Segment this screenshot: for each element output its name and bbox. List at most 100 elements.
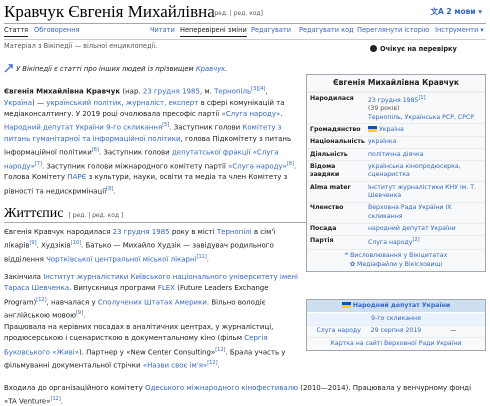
reference[interactable]: [11] — [197, 254, 207, 260]
tab-history[interactable]: Переглянути історію — [357, 26, 429, 35]
infobox-row: Національність українка — [307, 135, 485, 148]
pending-check-indicator[interactable]: Очікує на перевірку — [370, 45, 457, 54]
section-edit-links[interactable]: [ ред. | ред. код ] — [68, 212, 123, 219]
tab-pending[interactable]: Неперевірені зміни — [180, 26, 247, 37]
bio-text: ). Партнер у «New Center Consulting» — [78, 347, 216, 356]
office-title[interactable]: Народний депутат України — [307, 300, 485, 313]
intro-text: . Заступник голови — [98, 148, 170, 157]
title-divider — [4, 23, 486, 24]
intro-text: . — [113, 187, 116, 196]
birth-date-link[interactable]: 23 грудня 1985 — [368, 97, 418, 104]
reference[interactable]: [12] — [207, 360, 217, 366]
deputy-link[interactable]: Народний депутат України 9-го скликання — [4, 124, 162, 132]
hospital-link[interactable]: Чортківської центральної міської лікарні — [46, 255, 196, 263]
hatnote-link[interactable]: Кравчук — [196, 65, 225, 73]
party-link[interactable]: «Слуга народу» — [228, 162, 287, 170]
tab-talk[interactable]: Обговорення — [34, 26, 80, 35]
intro-text: (нар. — [122, 87, 141, 96]
office-party-link[interactable]: Слуга народу — [310, 327, 367, 335]
infobox-label: Партія — [310, 237, 334, 245]
birth-city-link[interactable]: Тернопіль — [214, 87, 251, 95]
tab-read[interactable]: Читати — [150, 26, 175, 35]
reference[interactable]: [8] — [287, 161, 294, 167]
roles-link[interactable]: український політик, журналіст, експерт — [46, 99, 198, 107]
reference[interactable]: [6] — [92, 147, 99, 153]
infobox-title: Євгенія Михайлівна Кравчук — [307, 75, 485, 93]
party-link[interactable]: Слуга народу — [368, 240, 412, 247]
language-button[interactable]: 文A 2 мови ▾ — [431, 7, 482, 17]
reference[interactable]: [9] — [29, 240, 36, 246]
infobox-value: Слуга народу[2] — [365, 236, 485, 249]
hatnote: У Вікіпедії є статті про інших людей із … — [4, 64, 227, 74]
bio-text: Закінчила — [4, 273, 41, 281]
page-title: Кравчук Євгенія Михайлівна — [4, 2, 215, 21]
reference[interactable]: [1] — [418, 95, 425, 101]
bio-text: . Худзіків — [36, 241, 71, 250]
infobox-label: Alma mater — [310, 183, 351, 191]
infobox-value[interactable]: українка — [365, 137, 485, 148]
site-subtitle: Матеріал з Вікіпедії — вільної енциклопе… — [4, 42, 158, 50]
commons-label: Медіафайли у Вікісховищі — [357, 260, 443, 268]
infobox-value: Україна — [365, 124, 485, 135]
reference[interactable]: [12] — [215, 347, 225, 353]
pace-link[interactable]: ПАРЄ — [67, 173, 86, 181]
bio-text: Євгенія Кравчук народилася — [4, 228, 111, 236]
infobox-value[interactable]: українська кінопродюсерка, сценаристка — [365, 161, 485, 181]
infobox-row: Посада народний депутат України — [307, 222, 485, 235]
office-term[interactable]: 9-го скликання — [307, 312, 485, 325]
reference[interactable]: [3][4] — [251, 86, 265, 92]
reference[interactable]: [9] — [76, 310, 83, 316]
tab-article[interactable]: Стаття — [4, 26, 29, 37]
infobox-value[interactable]: народний депутат України — [365, 224, 485, 235]
wikiquote-label: Висловлювання у Вікіцитатах — [350, 252, 448, 260]
intro-text: . Заступник голови — [169, 123, 241, 132]
date-link[interactable]: 23 грудня 1985 — [113, 228, 170, 236]
title-row: Кравчук Євгенія Михайлівна [ред. | ред. … — [4, 2, 486, 24]
tools-label: Інструменти — [435, 26, 479, 34]
infobox-label: Членство — [310, 204, 344, 212]
reference[interactable]: [7] — [35, 161, 42, 167]
tab-tools[interactable]: Інструменти ▾ — [435, 26, 484, 35]
bio-paragraph-4: Входила до організаційного комітету Одес… — [4, 383, 486, 406]
infobox-value[interactable]: Верховна Рада України IX скликання — [365, 203, 485, 223]
reference[interactable]: [2] — [412, 237, 419, 243]
office-row: Слуга народу 29 серпня 2019 — — [307, 324, 485, 337]
reference[interactable]: [12] — [36, 297, 46, 303]
pending-dot-icon — [370, 45, 377, 52]
chevron-down-icon: ▾ — [478, 7, 482, 16]
bio-text: . — [206, 255, 210, 264]
bio-paragraph-2: Закінчила Інститут журналістики Київсько… — [4, 272, 300, 322]
film-link[interactable]: «Назви своє ім'я» — [143, 362, 207, 370]
bio-text: Працювала на керівних посадах в аналітич… — [4, 323, 274, 343]
office-dash: — — [450, 327, 457, 335]
bio-text: , навчалася у — [46, 297, 96, 306]
birth-date-link[interactable]: 23 грудня 1985 — [143, 87, 200, 95]
intro-text: . Заступник голови міжнародного комітету… — [41, 162, 226, 171]
title-edit-links[interactable]: [ред. | ред. код] — [212, 10, 263, 18]
bio-paragraph-3: Працювала на керівних посадах в аналітич… — [4, 322, 300, 372]
wikiquote-link[interactable]: ❝ Висловлювання у Вікіцитатах — [309, 252, 483, 260]
office-date-link[interactable]: 29 серпня 2019 — [367, 327, 424, 335]
intro-text: , м. — [199, 87, 212, 96]
party-link[interactable]: «Слуга народу» — [221, 110, 280, 118]
flex-link[interactable]: FLEX — [158, 284, 175, 292]
rada-card-link[interactable]: Картка на сайті Верховної Ради України — [307, 337, 485, 350]
reference[interactable]: [10] — [71, 240, 81, 246]
infobox-value[interactable]: політична діячка — [365, 149, 485, 160]
usa-link[interactable]: Сполучених Штатах Америки — [98, 298, 207, 306]
citizenship-link[interactable]: Україна — [379, 126, 404, 133]
tab-edit-code[interactable]: Редагувати код — [299, 26, 354, 35]
birth-place-link[interactable]: Тернопіль, Українська РСР, СРСР — [368, 114, 474, 121]
bio-paragraph-1: Євгенія Кравчук народилася 23 грудня 198… — [4, 227, 300, 266]
commons-link[interactable]: ✿ Медіафайли у Вікісховищі — [309, 261, 483, 269]
festival-link[interactable]: Одеського міжнародного кінофестивалю — [145, 384, 298, 392]
infobox-value: 23 грудня 1985[1] (39 років) Тернопіль, … — [365, 93, 485, 123]
infobox-row: Відома завдяки українська кінопродюсерка… — [307, 160, 485, 181]
infobox-value[interactable]: Інститут журналістики КНУ ім. Т. Шевченк… — [365, 182, 485, 202]
city-link[interactable]: Тернопілі — [217, 228, 252, 236]
chevron-down-icon: ▾ — [480, 26, 484, 34]
reference[interactable]: [12] — [51, 396, 61, 402]
country-link[interactable]: Україна — [4, 99, 32, 107]
tab-edit[interactable]: Редагувати — [251, 26, 291, 35]
language-count: 2 мови — [446, 7, 476, 16]
